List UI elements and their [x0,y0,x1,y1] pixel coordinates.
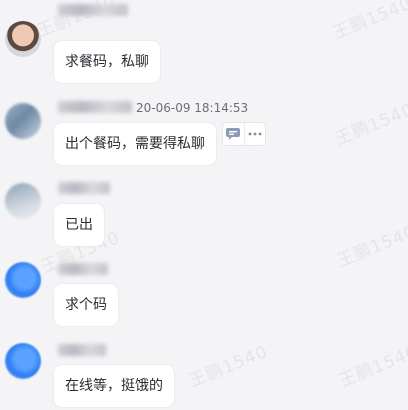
watermark: 王鹏1540 [186,341,271,392]
watermark: 王鹏1540 [332,99,408,150]
avatar[interactable] [5,262,41,298]
avatar[interactable] [5,103,41,139]
avatar[interactable] [5,21,41,57]
avatar[interactable] [5,183,41,219]
sender-name-blurred [58,263,108,275]
message-action-bar [222,122,266,146]
sender-name-blurred [58,344,106,356]
chat-message-list: 王鹏1540 王鹏1540 王鹏1540 王鹏1540 王鹏1540 王鹏154… [0,0,408,410]
message-bubble: 在线等，挺饿的 [54,365,174,407]
more-icon[interactable] [243,123,265,145]
message-bubble: 出个餐码，需要得私聊 [54,123,216,165]
message-bubble: 已出 [54,204,104,246]
sender-name-blurred [58,4,128,16]
watermark: 王鹏1540 [330,0,408,44]
sender-name-blurred [58,182,110,194]
message-bubble: 求个码 [54,284,118,326]
quote-reply-icon[interactable] [223,123,244,145]
message-bubble: 求餐码，私聊 [54,41,160,83]
avatar[interactable] [5,343,41,379]
watermark: 王鹏1540 [334,221,408,272]
sender-name-blurred [58,101,132,113]
message-timestamp: 20-06-09 18:14:53 [136,101,249,115]
watermark: 王鹏1540 [336,341,408,392]
